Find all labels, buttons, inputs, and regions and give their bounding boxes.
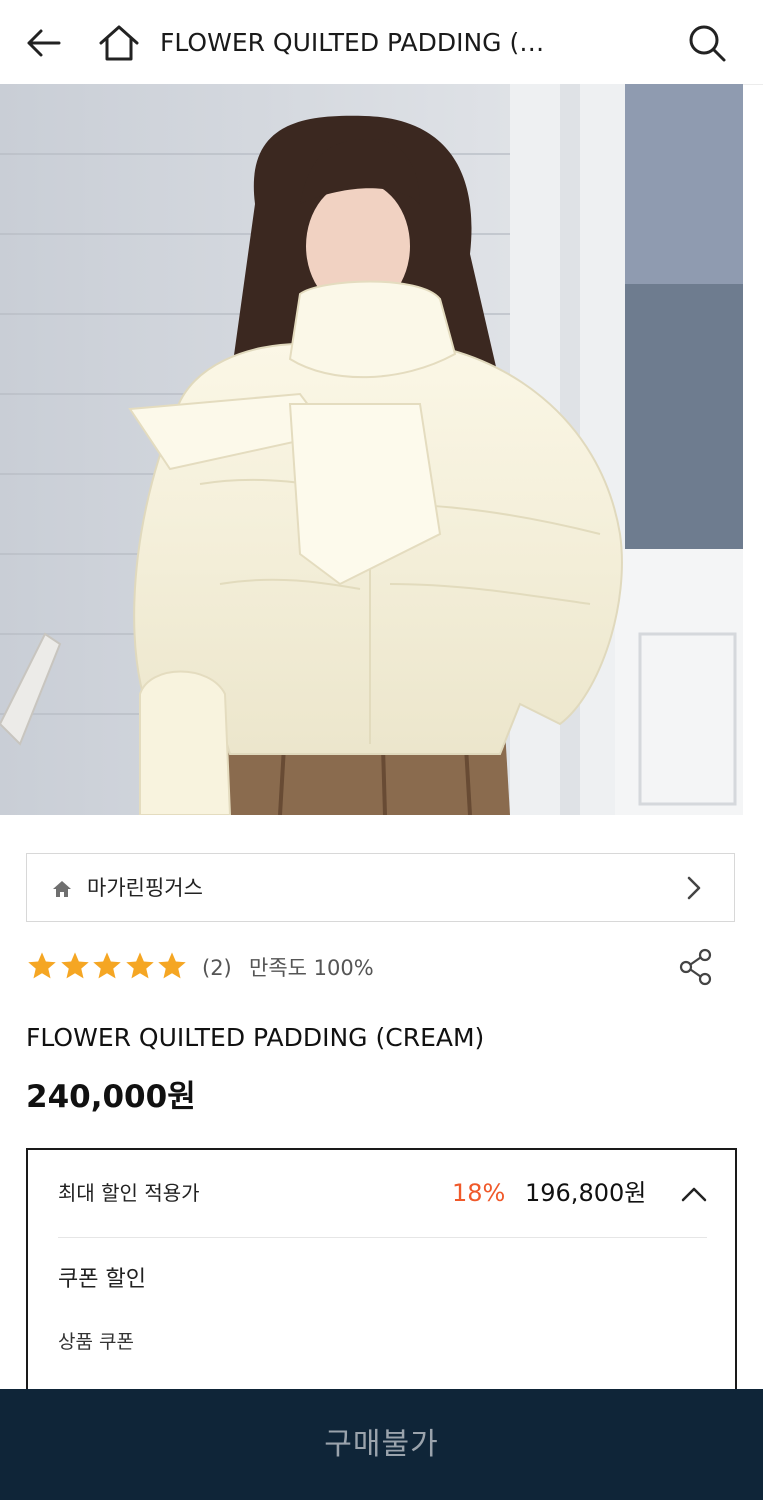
product-photo-illustration [0,84,743,815]
shop-link-row[interactable]: 마가린핑거스 [26,853,735,922]
product-photo[interactable] [0,84,743,815]
review-count[interactable]: (2) [202,951,232,985]
star-icon [60,952,89,979]
star-rating[interactable] [26,950,189,982]
top-bar: FLOWER QUILTED PADDING (… [0,0,763,85]
page-title: FLOWER QUILTED PADDING (… [160,28,545,57]
satisfaction-score: 만족도 100% [249,956,374,980]
product-coupon-label: 상품 쿠폰 [58,1331,134,1353]
buy-button[interactable]: 구매불가 [0,1389,763,1500]
shop-name: 마가린핑거스 [87,876,203,900]
star-icon [28,952,56,979]
star-icon [125,952,154,979]
buy-button-label: 구매불가 [324,1427,439,1461]
home-button[interactable] [94,18,144,68]
rating-row: (2) 만족도 100% [26,948,741,988]
star-icon [158,952,186,979]
search-button[interactable] [682,18,732,68]
home-icon [53,881,71,897]
arrow-left-icon [27,29,61,57]
star-icon [93,952,121,979]
chevron-right-icon [687,876,701,900]
discount-rate: 18% [452,1179,506,1207]
product-name: FLOWER QUILTED PADDING (CREAM) [26,1023,485,1052]
search-icon [689,25,726,62]
product-price: 240,000원 [26,1079,196,1115]
coupon-discount-title: 쿠폰 할인 [58,1267,146,1292]
home-icon [99,25,139,61]
back-button[interactable] [18,18,68,68]
share-icon[interactable] [678,948,714,986]
discounted-price: 196,800원 [525,1179,647,1207]
divider [58,1237,707,1238]
max-discount-label: 최대 할인 적용가 [58,1181,200,1205]
chevron-up-icon[interactable] [680,1184,708,1204]
